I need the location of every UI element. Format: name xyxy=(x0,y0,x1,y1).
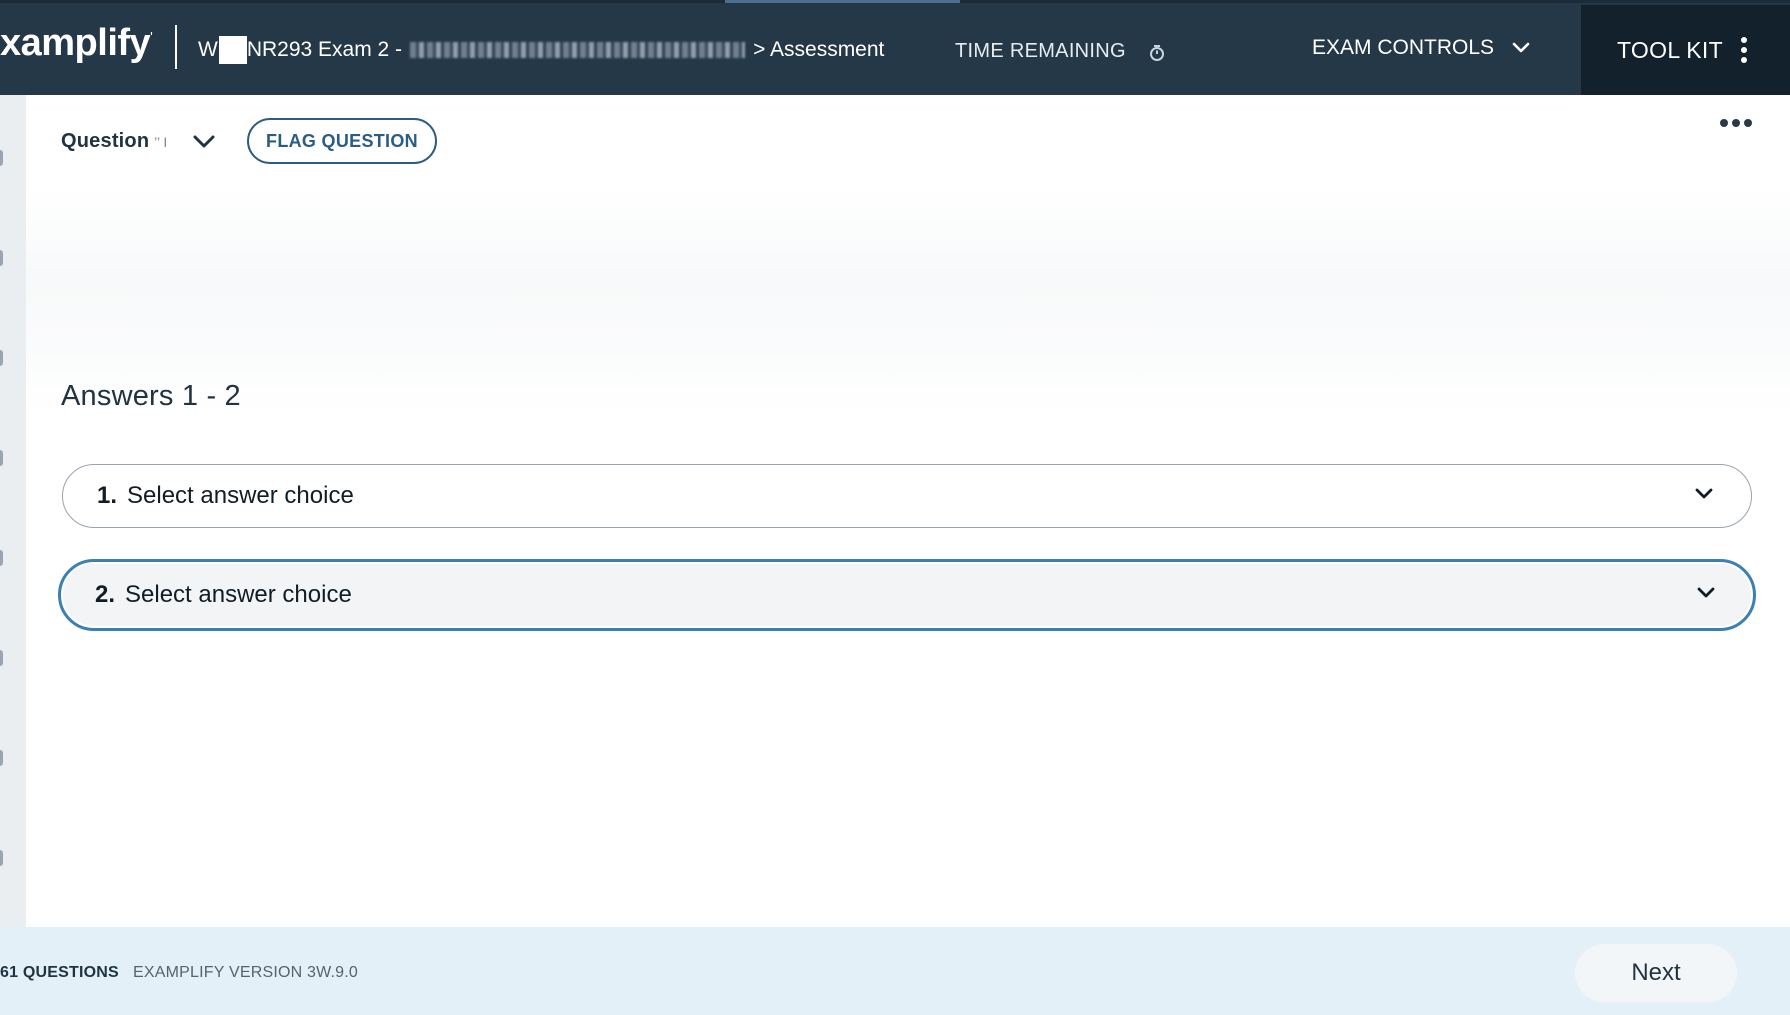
breadcrumb-section: > Assessment xyxy=(753,38,885,61)
question-stem-area xyxy=(26,185,1790,415)
answer-number: 1. xyxy=(97,482,118,509)
nav-marker[interactable] xyxy=(0,650,3,666)
nav-marker[interactable] xyxy=(0,850,3,866)
question-number: ’’ I xyxy=(151,133,168,150)
logo-text: xamplify xyxy=(0,22,151,64)
breadcrumb: W NR293 Exam 2 - > Assessment xyxy=(198,36,884,64)
answer-number: 2. xyxy=(95,581,116,608)
logo-divider xyxy=(175,25,177,69)
answer-placeholder: Select answer choice xyxy=(125,581,352,608)
answer-placeholder: Select answer choice xyxy=(127,482,354,509)
chevron-down-icon xyxy=(1512,42,1530,53)
answers-heading: Answers 1 - 2 xyxy=(61,380,241,412)
clock-icon[interactable] xyxy=(1148,44,1166,62)
question-selector[interactable]: Question ’’ I xyxy=(61,130,215,153)
blurred-course-name xyxy=(410,42,746,58)
toolkit-button[interactable]: TOOL KIT xyxy=(1581,5,1790,95)
exam-controls-label: EXAM CONTROLS xyxy=(1312,36,1495,59)
header-progress-line xyxy=(0,0,1790,3)
breadcrumb-prefix: W xyxy=(198,38,218,61)
nav-marker[interactable] xyxy=(0,750,3,766)
breadcrumb-course: NR293 Exam 2 - xyxy=(246,38,403,61)
redaction-box xyxy=(218,36,247,64)
question-label: Question xyxy=(61,130,150,152)
chevron-down-icon xyxy=(193,135,215,147)
footer-bar: 61 QUESTIONS EXAMPLIFY VERSION 3W.9.0 Ne… xyxy=(0,927,1790,1015)
next-button[interactable]: Next xyxy=(1575,944,1737,1002)
app-logo: xamplify' xyxy=(0,22,153,64)
nav-marker[interactable] xyxy=(0,250,3,266)
chevron-down-icon xyxy=(1695,488,1713,499)
nav-marker[interactable] xyxy=(0,550,3,566)
question-count: 61 QUESTIONS xyxy=(0,964,119,981)
nav-marker[interactable] xyxy=(0,150,3,166)
kebab-menu-icon xyxy=(1740,37,1747,63)
answer-dropdown-2[interactable]: 2. Select answer choice xyxy=(58,559,1756,631)
answer-dropdown-1[interactable]: 1. Select answer choice xyxy=(62,464,1752,528)
left-nav-strip xyxy=(0,95,26,927)
exam-controls-menu[interactable]: EXAM CONTROLS xyxy=(1312,36,1530,60)
exam-app: xamplify' W NR293 Exam 2 - > Assessment … xyxy=(0,0,1790,1015)
top-header: xamplify' W NR293 Exam 2 - > Assessment … xyxy=(0,0,1790,95)
chevron-down-icon xyxy=(1697,587,1715,598)
nav-marker[interactable] xyxy=(0,450,3,466)
toolkit-label: TOOL KIT xyxy=(1617,36,1723,63)
time-remaining-label: TIME REMAINING xyxy=(955,40,1126,62)
flag-question-button[interactable]: FLAG QUESTION xyxy=(247,118,437,164)
more-horizontal-icon[interactable] xyxy=(1720,119,1752,127)
app-version: EXAMPLIFY VERSION 3W.9.0 xyxy=(133,964,359,981)
nav-marker[interactable] xyxy=(0,350,3,366)
main-content: Question ’’ I FLAG QUESTION Answers 1 - … xyxy=(26,95,1790,927)
header-progress-accent xyxy=(725,0,960,3)
logo-mark: ' xyxy=(150,28,153,45)
